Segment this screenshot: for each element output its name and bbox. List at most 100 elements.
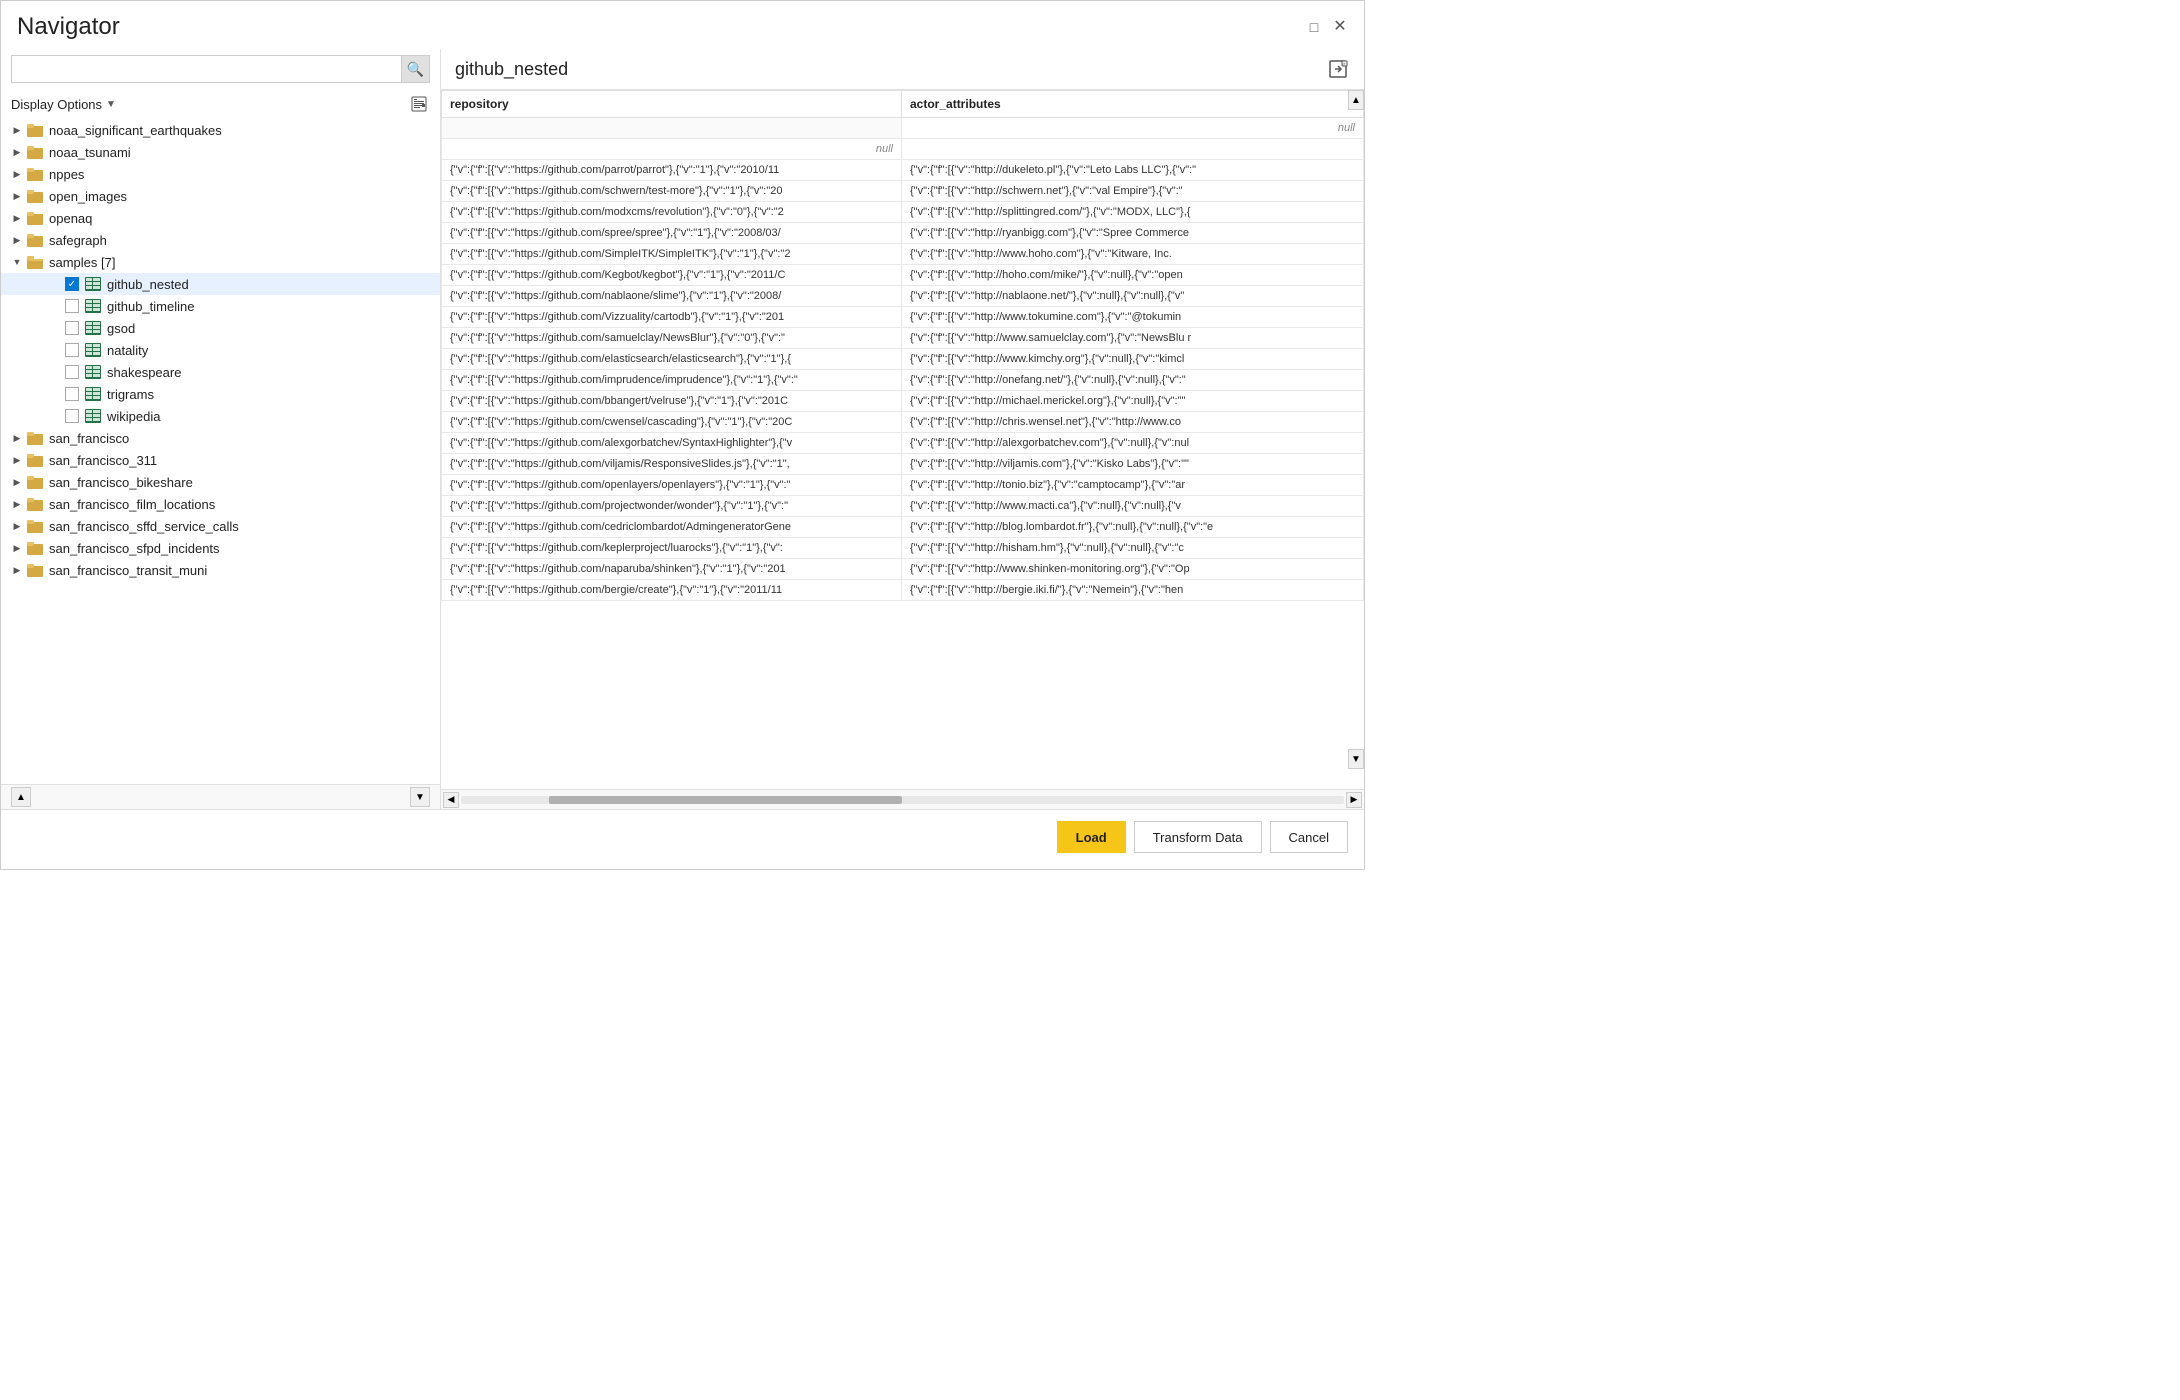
tree-item-noaa-earthquakes[interactable]: noaa_significant_earthquakes (1, 119, 440, 141)
tree-item-shakespeare[interactable]: shakespeare (1, 361, 440, 383)
scroll-down-arrow[interactable]: ▼ (1348, 749, 1364, 769)
search-input[interactable] (11, 55, 402, 83)
tree-item-wikipedia[interactable]: wikipedia (1, 405, 440, 427)
tree-item-safegraph[interactable]: safegraph (1, 229, 440, 251)
tree-item-github-timeline[interactable]: github_timeline (1, 295, 440, 317)
cell-repository: {"v":{"f":[{"v":"https://github.com/proj… (442, 496, 902, 517)
main-layout: 🔍 Display Options ▼ (1, 49, 1364, 809)
scroll-down-arrow[interactable]: ▼ (410, 787, 430, 807)
cell-repository: {"v":{"f":[{"v":"https://github.com/spre… (442, 223, 902, 244)
item-label: gsod (107, 321, 135, 336)
table-row: {"v":{"f":[{"v":"https://github.com/modx… (442, 202, 1364, 223)
table-row: {"v":{"f":[{"v":"https://github.com/impr… (442, 370, 1364, 391)
checkbox-wikipedia[interactable] (65, 409, 79, 423)
chevron-right-icon (9, 496, 25, 512)
tree-item-open-images[interactable]: open_images (1, 185, 440, 207)
data-table-container[interactable]: ▲ ▼ repository actor_attributes nullnull… (441, 90, 1364, 789)
scroll-up-arrow[interactable]: ▲ (11, 787, 31, 807)
tree-item-natality[interactable]: natality (1, 339, 440, 361)
cell-actor-attributes: {"v":{"f":[{"v":"http://splittingred.com… (902, 202, 1364, 223)
chevron-right-icon (9, 518, 25, 534)
tree-item-san-francisco-muni[interactable]: san_francisco_transit_muni (1, 559, 440, 581)
scroll-track (461, 796, 1344, 804)
item-label: san_francisco_sffd_service_calls (49, 519, 239, 534)
table-row: {"v":{"f":[{"v":"https://github.com/parr… (442, 160, 1364, 181)
close-button[interactable]: ✕ (1332, 19, 1348, 35)
item-label: san_francisco_film_locations (49, 497, 215, 512)
scroll-thumb[interactable] (549, 796, 902, 804)
cell-repository: {"v":{"f":[{"v":"https://github.com/alex… (442, 433, 902, 454)
tree-item-san-francisco[interactable]: san_francisco (1, 427, 440, 449)
cancel-button[interactable]: Cancel (1270, 821, 1348, 853)
table-row: {"v":{"f":[{"v":"https://github.com/spre… (442, 223, 1364, 244)
tree-item-san-francisco-film[interactable]: san_francisco_film_locations (1, 493, 440, 515)
folder-icon (25, 540, 45, 556)
scroll-left-button[interactable]: ◀ (443, 792, 459, 808)
tree-item-samples[interactable]: samples [7] (1, 251, 440, 273)
scroll-up-arrow[interactable]: ▲ (1348, 90, 1364, 110)
table-icon (83, 386, 103, 402)
checkbox-gsod[interactable] (65, 321, 79, 335)
search-icon[interactable]: 🔍 (402, 55, 430, 83)
tree-item-san-francisco-bikeshare[interactable]: san_francisco_bikeshare (1, 471, 440, 493)
cell-actor-attributes: {"v":{"f":[{"v":"http://www.kimchy.org"}… (902, 349, 1364, 370)
tree-item-noaa-tsunami[interactable]: noaa_tsunami (1, 141, 440, 163)
load-button[interactable]: Load (1057, 821, 1126, 853)
checkbox-github-timeline[interactable] (65, 299, 79, 313)
tree-item-gsod[interactable]: gsod (1, 317, 440, 339)
item-label: trigrams (107, 387, 154, 402)
minimize-button[interactable]: □ (1306, 19, 1322, 35)
chevron-right-icon (9, 188, 25, 204)
table-row: null (442, 139, 1364, 160)
cell-repository: {"v":{"f":[{"v":"https://github.com/kepl… (442, 538, 902, 559)
table-icon (83, 364, 103, 380)
tree-item-trigrams[interactable]: trigrams (1, 383, 440, 405)
tree-item-openaq[interactable]: openaq (1, 207, 440, 229)
tree-item-nppes[interactable]: nppes (1, 163, 440, 185)
checkbox-trigrams[interactable] (65, 387, 79, 401)
bottom-bar: Load Transform Data Cancel (1, 809, 1364, 864)
preview-export-icon[interactable]: ⟳ (1326, 57, 1350, 81)
cell-actor-attributes: {"v":{"f":[{"v":"http://viljamis.com"},{… (902, 454, 1364, 475)
table-row: {"v":{"f":[{"v":"https://github.com/Kegb… (442, 265, 1364, 286)
display-options-button[interactable]: Display Options ▼ (11, 97, 116, 112)
cell-actor-attributes: {"v":{"f":[{"v":"http://www.macti.ca"},{… (902, 496, 1364, 517)
scroll-right-button[interactable]: ▶ (1346, 792, 1362, 808)
checkbox-shakespeare[interactable] (65, 365, 79, 379)
cell-actor-attributes: {"v":{"f":[{"v":"http://michael.merickel… (902, 391, 1364, 412)
tree-item-github-nested[interactable]: github_nested (1, 273, 440, 295)
checkbox-github-nested[interactable] (65, 277, 79, 291)
table-row: {"v":{"f":[{"v":"https://github.com/kepl… (442, 538, 1364, 559)
folder-icon-open (25, 254, 45, 270)
cell-repository: {"v":{"f":[{"v":"https://github.com/Kegb… (442, 265, 902, 286)
left-panel: 🔍 Display Options ▼ (1, 49, 441, 809)
cell-repository: {"v":{"f":[{"v":"https://github.com/modx… (442, 202, 902, 223)
cell-actor-attributes: {"v":{"f":[{"v":"http://www.samuelclay.c… (902, 328, 1364, 349)
tree-item-san-francisco-sfpd[interactable]: san_francisco_sfpd_incidents (1, 537, 440, 559)
folder-icon (25, 518, 45, 534)
tree-item-san-francisco-sffd[interactable]: san_francisco_sffd_service_calls (1, 515, 440, 537)
chevron-right-icon (9, 474, 25, 490)
window-controls: □ ✕ (1306, 19, 1348, 35)
tree-container[interactable]: noaa_significant_earthquakes noaa_tsunam… (1, 119, 440, 784)
cell-repository: {"v":{"f":[{"v":"https://github.com/impr… (442, 370, 902, 391)
horizontal-scrollbar[interactable]: ◀ ▶ (441, 789, 1364, 809)
item-label: open_images (49, 189, 127, 204)
table-icon (83, 320, 103, 336)
checkbox-natality[interactable] (65, 343, 79, 357)
chevron-right-icon (9, 452, 25, 468)
chevron-down-icon (9, 254, 25, 270)
transform-data-button[interactable]: Transform Data (1134, 821, 1262, 853)
folder-icon (25, 144, 45, 160)
cell-actor-attributes: {"v":{"f":[{"v":"http://www.hoho.com"},{… (902, 244, 1364, 265)
folder-icon (25, 210, 45, 226)
refresh-icon[interactable] (408, 93, 430, 115)
table-row: {"v":{"f":[{"v":"https://github.com/cwen… (442, 412, 1364, 433)
chevron-right-icon (9, 144, 25, 160)
cell-repository: {"v":{"f":[{"v":"https://github.com/elas… (442, 349, 902, 370)
cell-actor-attributes: {"v":{"f":[{"v":"http://www.tokumine.com… (902, 307, 1364, 328)
cell-repository: {"v":{"f":[{"v":"https://github.com/open… (442, 475, 902, 496)
tree-item-san-francisco-311[interactable]: san_francisco_311 (1, 449, 440, 471)
table-row: {"v":{"f":[{"v":"https://github.com/bban… (442, 391, 1364, 412)
chevron-right-icon (9, 166, 25, 182)
